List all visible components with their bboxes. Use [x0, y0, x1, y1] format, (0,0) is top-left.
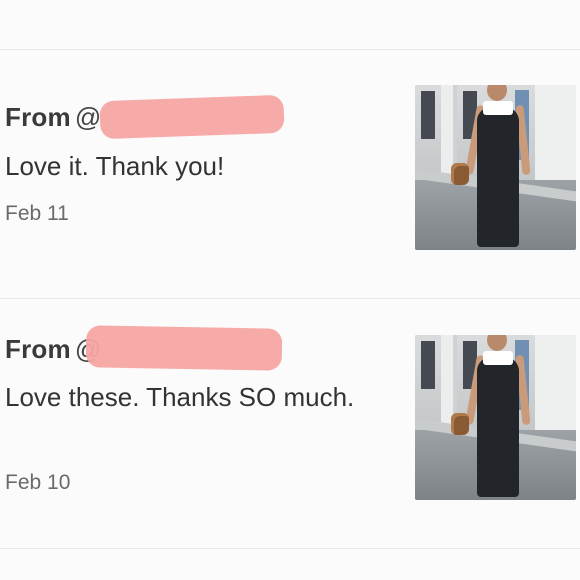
from-label: From	[5, 102, 71, 132]
review-item[interactable]: From @ Love it. Thank you! Feb 11	[0, 50, 580, 300]
from-label: From	[5, 334, 71, 364]
review-date: Feb 11	[5, 202, 69, 225]
redaction-mark	[99, 94, 285, 140]
review-message: Love these. Thanks SO much.	[5, 382, 355, 412]
review-item[interactable]: From@ Love these. Thanks SO much. Feb 10	[0, 299, 580, 549]
redaction-mark	[85, 325, 283, 371]
bottom-divider	[0, 548, 580, 549]
product-thumbnail[interactable]	[415, 335, 576, 500]
review-message: Love it. Thank you!	[5, 151, 225, 181]
reviewer-from: From@	[5, 102, 101, 133]
product-thumbnail[interactable]	[415, 85, 576, 250]
review-date: Feb 10	[5, 471, 71, 494]
reviewer-handle[interactable]: @	[75, 102, 102, 132]
